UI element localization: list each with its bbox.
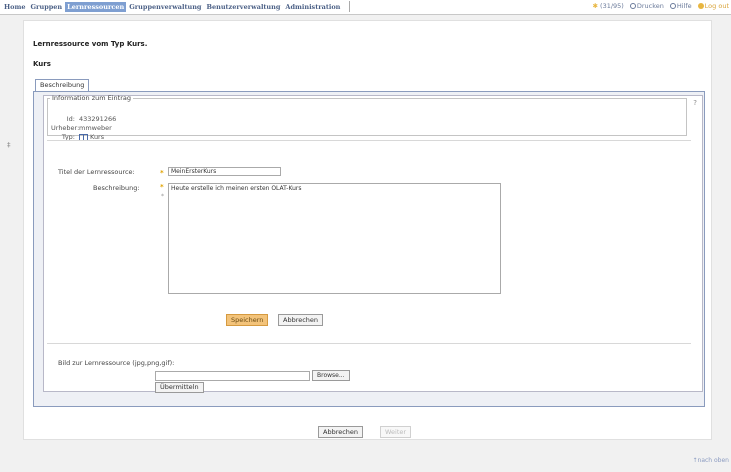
id-value: 433291266 bbox=[79, 115, 117, 123]
section-divider bbox=[47, 140, 691, 141]
file-path-input[interactable] bbox=[155, 371, 310, 381]
nav-benutzerverwaltung[interactable]: Benutzerverwaltung bbox=[204, 2, 282, 12]
print-link[interactable]: Drucken bbox=[629, 2, 664, 10]
id-label: Id: bbox=[66, 115, 75, 123]
header-tools: ✱ (31/95) Drucken Hilfe Log out bbox=[593, 2, 729, 10]
required-marker: * bbox=[160, 169, 164, 177]
print-icon bbox=[629, 3, 636, 9]
footer-cancel-button[interactable]: Abbrechen bbox=[318, 426, 364, 438]
logout-link[interactable]: Log out bbox=[697, 2, 729, 10]
author-label: Urheber: bbox=[51, 124, 80, 132]
nav-administration[interactable]: Administration bbox=[283, 2, 342, 12]
marked-count[interactable]: ✱ (31/95) bbox=[593, 2, 624, 10]
info-fieldset: Information zum Eintrag Id: 433291266 Urh… bbox=[47, 94, 687, 141]
save-button[interactable]: Speichern bbox=[226, 314, 269, 326]
description-label: Beschreibung: bbox=[93, 184, 140, 192]
section-divider bbox=[47, 343, 691, 344]
description-textarea[interactable]: Heute erstelle ich meinen ersten OLAT-Ku… bbox=[168, 183, 501, 294]
main-nav: Home Gruppen Lernressourcen Gruppenverwa… bbox=[2, 1, 351, 12]
nav-gruppen[interactable]: Gruppen bbox=[29, 2, 65, 12]
cancel-button[interactable]: Abbrechen bbox=[278, 314, 324, 326]
help-link[interactable]: Hilfe bbox=[669, 2, 692, 10]
help-circle-icon bbox=[669, 3, 676, 9]
title-label: Titel der Lernressource: bbox=[58, 168, 135, 176]
help-icon[interactable]: ? bbox=[693, 99, 697, 107]
info-id-row: Id: 433291266 bbox=[51, 115, 116, 123]
page-title: Lernressource vom Typ Kurs. bbox=[33, 40, 148, 48]
tab-panel: ? Information zum Eintrag Id: 433291266 U… bbox=[33, 91, 705, 407]
info-legend: Information zum Eintrag bbox=[52, 94, 131, 102]
tab-content: ? Information zum Eintrag Id: 433291266 U… bbox=[43, 94, 703, 393]
page-subtitle: Kurs bbox=[33, 60, 51, 68]
nav-gruppenverwaltung[interactable]: Gruppenverwaltung bbox=[127, 2, 203, 12]
browse-button[interactable]: Browse... bbox=[312, 370, 350, 381]
author-value: mmweber bbox=[79, 124, 112, 132]
star-icon: ✱ bbox=[592, 2, 599, 10]
title-input[interactable] bbox=[168, 167, 281, 176]
logout-icon bbox=[697, 3, 704, 9]
image-label: Bild zur Lernressource (jpg,png,gif): bbox=[58, 359, 175, 367]
resize-marker: ‡ bbox=[7, 141, 11, 149]
submit-button[interactable]: Übermitteln bbox=[155, 382, 204, 393]
field-marker: * bbox=[161, 193, 164, 200]
top-navigation-bar: Home Gruppen Lernressourcen Gruppenverwa… bbox=[0, 0, 731, 15]
required-marker: * bbox=[160, 183, 164, 191]
footer-next-button: Weiter bbox=[380, 426, 412, 438]
nav-home[interactable]: Home bbox=[2, 2, 28, 12]
main-panel: Lernressource vom Typ Kurs. Kurs Beschre… bbox=[23, 20, 712, 440]
tab-beschreibung[interactable]: Beschreibung bbox=[35, 79, 90, 91]
nav-divider bbox=[345, 1, 351, 12]
nav-lernressourcen[interactable]: Lernressourcen bbox=[65, 1, 127, 12]
back-to-top-link[interactable]: ↑nach oben bbox=[693, 457, 730, 464]
info-author-row: Urheber:mmweber bbox=[51, 124, 112, 132]
